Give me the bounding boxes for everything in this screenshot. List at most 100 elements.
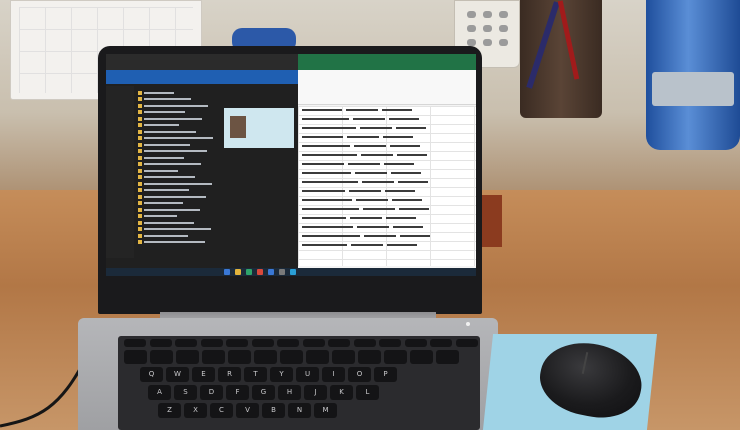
number-key[interactable] — [150, 350, 173, 364]
spreadsheet-row[interactable] — [302, 116, 419, 122]
spreadsheet-row[interactable] — [302, 206, 429, 212]
key-d[interactable]: D — [200, 385, 223, 400]
excel-titlebar[interactable] — [298, 54, 476, 70]
function-key[interactable] — [277, 339, 299, 347]
function-key[interactable] — [379, 339, 401, 347]
function-key[interactable] — [404, 339, 427, 347]
key-j[interactable]: J — [304, 385, 327, 400]
function-key[interactable] — [328, 339, 350, 347]
file-row[interactable] — [138, 201, 218, 207]
number-key[interactable] — [228, 350, 251, 364]
spreadsheet-row[interactable] — [302, 224, 423, 230]
file-row[interactable] — [138, 97, 218, 103]
key-f[interactable]: F — [226, 385, 249, 400]
taskbar-app-icon[interactable] — [290, 269, 296, 275]
file-row[interactable] — [138, 188, 218, 194]
explorer-file-list[interactable] — [138, 90, 218, 258]
key-k[interactable]: K — [330, 385, 353, 400]
explorer-ribbon[interactable] — [106, 70, 298, 84]
function-key[interactable] — [149, 339, 172, 347]
number-key[interactable] — [306, 350, 329, 364]
file-explorer-window[interactable] — [106, 54, 298, 268]
file-row[interactable] — [138, 129, 218, 135]
key-c[interactable]: C — [210, 403, 233, 418]
key-t[interactable]: T — [244, 367, 267, 382]
key-o[interactable]: O — [348, 367, 371, 382]
number-key[interactable] — [280, 350, 303, 364]
file-row[interactable] — [138, 181, 218, 187]
number-key[interactable] — [254, 350, 277, 364]
excel-spreadsheet-grid[interactable] — [298, 106, 476, 266]
key-p[interactable]: P — [374, 367, 397, 382]
key-b[interactable]: B — [262, 403, 285, 418]
excel-window[interactable] — [298, 54, 476, 268]
function-key[interactable] — [200, 339, 223, 347]
explorer-nav-pane[interactable] — [106, 86, 134, 258]
number-key[interactable] — [358, 350, 381, 364]
key-s[interactable]: S — [174, 385, 197, 400]
spreadsheet-row[interactable] — [302, 161, 414, 167]
number-key[interactable] — [384, 350, 407, 364]
key-v[interactable]: V — [236, 403, 259, 418]
spreadsheet-row[interactable] — [302, 125, 426, 131]
file-row[interactable] — [138, 168, 218, 174]
key-e[interactable]: E — [192, 367, 215, 382]
explorer-titlebar[interactable] — [106, 54, 298, 70]
file-row[interactable] — [138, 220, 218, 226]
function-key[interactable] — [353, 339, 376, 347]
file-row[interactable] — [138, 240, 218, 246]
spreadsheet-row[interactable] — [302, 215, 416, 221]
spreadsheet-row[interactable] — [302, 233, 430, 239]
file-row[interactable] — [138, 149, 218, 155]
key-q[interactable]: Q — [140, 367, 163, 382]
taskbar-app-icon[interactable] — [279, 269, 285, 275]
function-key[interactable] — [455, 339, 478, 347]
key-r[interactable]: R — [218, 367, 241, 382]
file-row[interactable] — [138, 142, 218, 148]
file-row[interactable] — [138, 123, 218, 129]
number-key[interactable] — [202, 350, 225, 364]
spreadsheet-row[interactable] — [302, 170, 421, 176]
file-row[interactable] — [138, 175, 218, 181]
windows-taskbar[interactable] — [106, 268, 476, 276]
key-u[interactable]: U — [296, 367, 319, 382]
key-y[interactable]: Y — [270, 367, 293, 382]
key-a[interactable]: A — [148, 385, 171, 400]
key-h[interactable]: H — [278, 385, 301, 400]
taskbar-app-icon[interactable] — [257, 269, 263, 275]
key-w[interactable]: W — [166, 367, 189, 382]
spreadsheet-row[interactable] — [302, 152, 427, 158]
file-row[interactable] — [138, 110, 218, 116]
excel-ribbon[interactable] — [298, 70, 476, 105]
spreadsheet-row[interactable] — [302, 179, 428, 185]
spreadsheet-row[interactable] — [302, 242, 417, 248]
file-row[interactable] — [138, 233, 218, 239]
function-key[interactable] — [124, 339, 146, 347]
spreadsheet-row[interactable] — [302, 107, 412, 113]
file-row[interactable] — [138, 214, 218, 220]
file-row[interactable] — [138, 155, 218, 161]
spreadsheet-row[interactable] — [302, 134, 413, 140]
number-key[interactable] — [124, 350, 147, 364]
file-row[interactable] — [138, 116, 218, 122]
file-row[interactable] — [138, 227, 218, 233]
function-key[interactable] — [251, 339, 274, 347]
spreadsheet-row[interactable] — [302, 188, 415, 194]
file-row[interactable] — [138, 103, 218, 109]
number-key[interactable] — [436, 350, 459, 364]
number-key[interactable] — [176, 350, 199, 364]
function-key[interactable] — [302, 339, 325, 347]
key-m[interactable]: M — [314, 403, 337, 418]
key-l[interactable]: L — [356, 385, 379, 400]
photo-preview-window[interactable] — [224, 108, 294, 148]
key-x[interactable]: X — [184, 403, 207, 418]
file-row[interactable] — [138, 136, 218, 142]
function-key[interactable] — [175, 339, 197, 347]
key-g[interactable]: G — [252, 385, 275, 400]
function-key[interactable] — [430, 339, 452, 347]
key-z[interactable]: Z — [158, 403, 181, 418]
function-key[interactable] — [226, 339, 248, 347]
taskbar-app-icon[interactable] — [224, 269, 230, 275]
spreadsheet-row[interactable] — [302, 197, 422, 203]
key-i[interactable]: I — [322, 367, 345, 382]
